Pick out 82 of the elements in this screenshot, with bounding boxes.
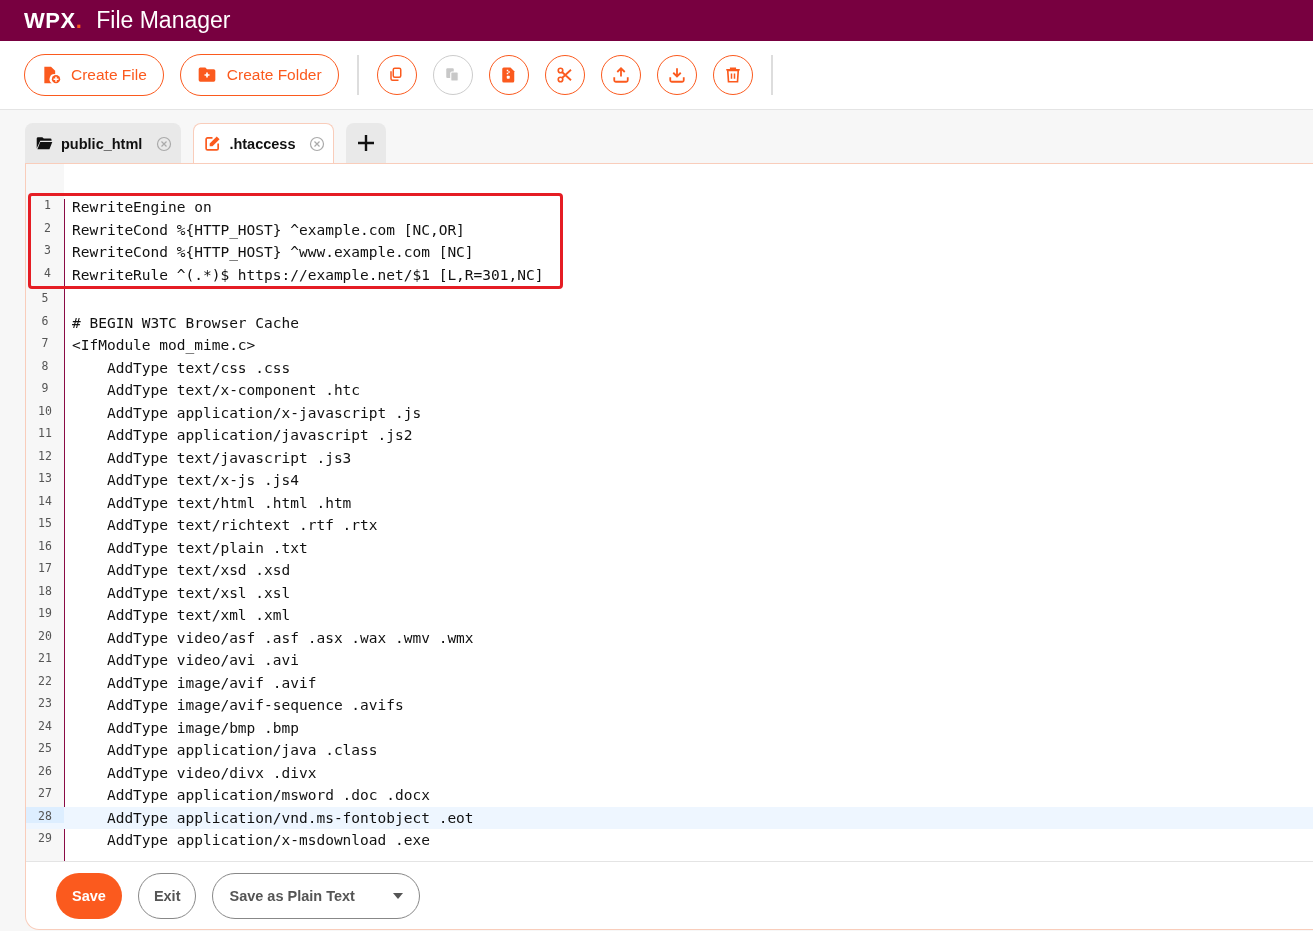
code-line: AddType text/javascript .js3 [105, 449, 352, 466]
line-number: 29 [37, 830, 53, 845]
line-number: 28 [26, 806, 64, 823]
new-file-icon [41, 65, 61, 85]
line-number: 23 [37, 695, 53, 710]
line-number: 4 [43, 264, 52, 280]
cut-button[interactable] [544, 55, 585, 95]
line-number: 13 [37, 470, 53, 485]
code-line: AddType text/xsd .xsd [105, 562, 291, 579]
scissors-icon [555, 66, 574, 84]
line-number: 6 [40, 312, 50, 328]
code-line: AddType video/divx .divx [105, 764, 317, 781]
code-line: RewriteCond %{HTTP_HOST} ^www.example.com [NC] [71, 244, 474, 261]
code-line: AddType text/xml .xml [105, 607, 291, 624]
file-tab[interactable]: public_html [25, 123, 182, 163]
delete-button[interactable] [712, 55, 753, 95]
code-line: AddType text/css .css [105, 359, 291, 376]
download-button[interactable] [656, 55, 697, 95]
line-number: 7 [40, 335, 50, 350]
code-line: AddType text/plain .txt [105, 539, 308, 556]
code-line: AddType application/x-msdownload .exe [105, 832, 430, 849]
line-number: 19 [37, 605, 53, 620]
line-number: 22 [37, 672, 53, 688]
trash-icon [723, 66, 742, 84]
line-number: 20 [37, 627, 53, 643]
upload-button[interactable] [600, 55, 641, 95]
code-line: AddType image/bmp .bmp [105, 719, 299, 736]
code-line: AddType image/avif .avif [105, 674, 317, 691]
archive-button[interactable] [488, 55, 529, 95]
code-line: AddType application/vnd.ms-fontobject .eot [105, 809, 474, 826]
close-icon[interactable] [309, 135, 326, 152]
line-number: 15 [37, 515, 53, 530]
code-line: # BEGIN W3TC Browser Cache [71, 314, 299, 331]
exit-button[interactable]: Exit [137, 872, 197, 919]
line-number: 8 [40, 357, 50, 373]
line-number: 10 [37, 402, 53, 418]
new-tab-button[interactable] [346, 123, 387, 163]
line-number: 11 [37, 425, 53, 440]
line-number: 16 [37, 537, 53, 553]
code-line: <IfModule mod_mime.c> [71, 337, 256, 354]
line-number: 3 [43, 242, 52, 257]
plus-icon [357, 134, 376, 152]
new-folder-icon [196, 65, 217, 85]
save-format-dropdown[interactable]: Save as Plain Text [212, 872, 421, 919]
code-line: AddType text/x-js .js4 [105, 472, 299, 489]
folder-icon [36, 135, 53, 152]
line-number: 24 [37, 717, 53, 733]
line-number: 17 [37, 560, 53, 575]
download-icon [667, 66, 686, 84]
line-number: 26 [37, 762, 53, 778]
code-line: AddType application/javascript .js2 [105, 427, 413, 444]
line-number: 12 [37, 447, 53, 463]
line-number: 1 [43, 197, 52, 212]
line-number: 2 [43, 219, 52, 235]
code-line: RewriteEngine on [71, 199, 212, 216]
app-title: File Manager [96, 7, 231, 34]
line-number: 21 [37, 650, 53, 665]
code-line: AddType application/x-javascript .js [105, 404, 422, 421]
code-line: AddType application/java .class [105, 742, 378, 759]
line-number: 5 [40, 290, 50, 305]
caret-icon [393, 892, 404, 899]
code-line: RewriteRule ^(.*)$ https://example.net/$1 [L,R=301,NC] [71, 266, 544, 283]
code-line: AddType image/avif-sequence .avifs [105, 697, 404, 714]
code-line: RewriteCond %{HTTP_HOST} ^example.com [NC,OR] [71, 221, 465, 238]
close-icon[interactable] [156, 135, 173, 152]
code-line: AddType text/html .html .htm [105, 494, 352, 511]
code-line: AddType text/x-component .htc [105, 382, 361, 399]
code-line: AddType video/avi .avi [105, 652, 299, 669]
file-tab[interactable]: .htaccess [193, 123, 335, 163]
code-line: AddType text/richtext .rtf .rtx [105, 517, 378, 534]
line-number: 9 [40, 380, 50, 395]
line-number: 25 [37, 740, 53, 755]
line-number: 18 [37, 582, 53, 598]
edit-icon [204, 135, 222, 152]
logo: WPX. [24, 7, 83, 34]
code-line: AddType text/xsl .xsl [105, 584, 291, 601]
line-number: 27 [37, 785, 53, 800]
code-line: AddType application/msword .doc .docx [105, 787, 430, 804]
copy-button[interactable] [376, 55, 417, 95]
upload-icon [611, 66, 630, 84]
code-line: AddType video/asf .asf .asx .wax .wmv .wmx [105, 629, 474, 646]
line-number: 14 [37, 492, 53, 508]
